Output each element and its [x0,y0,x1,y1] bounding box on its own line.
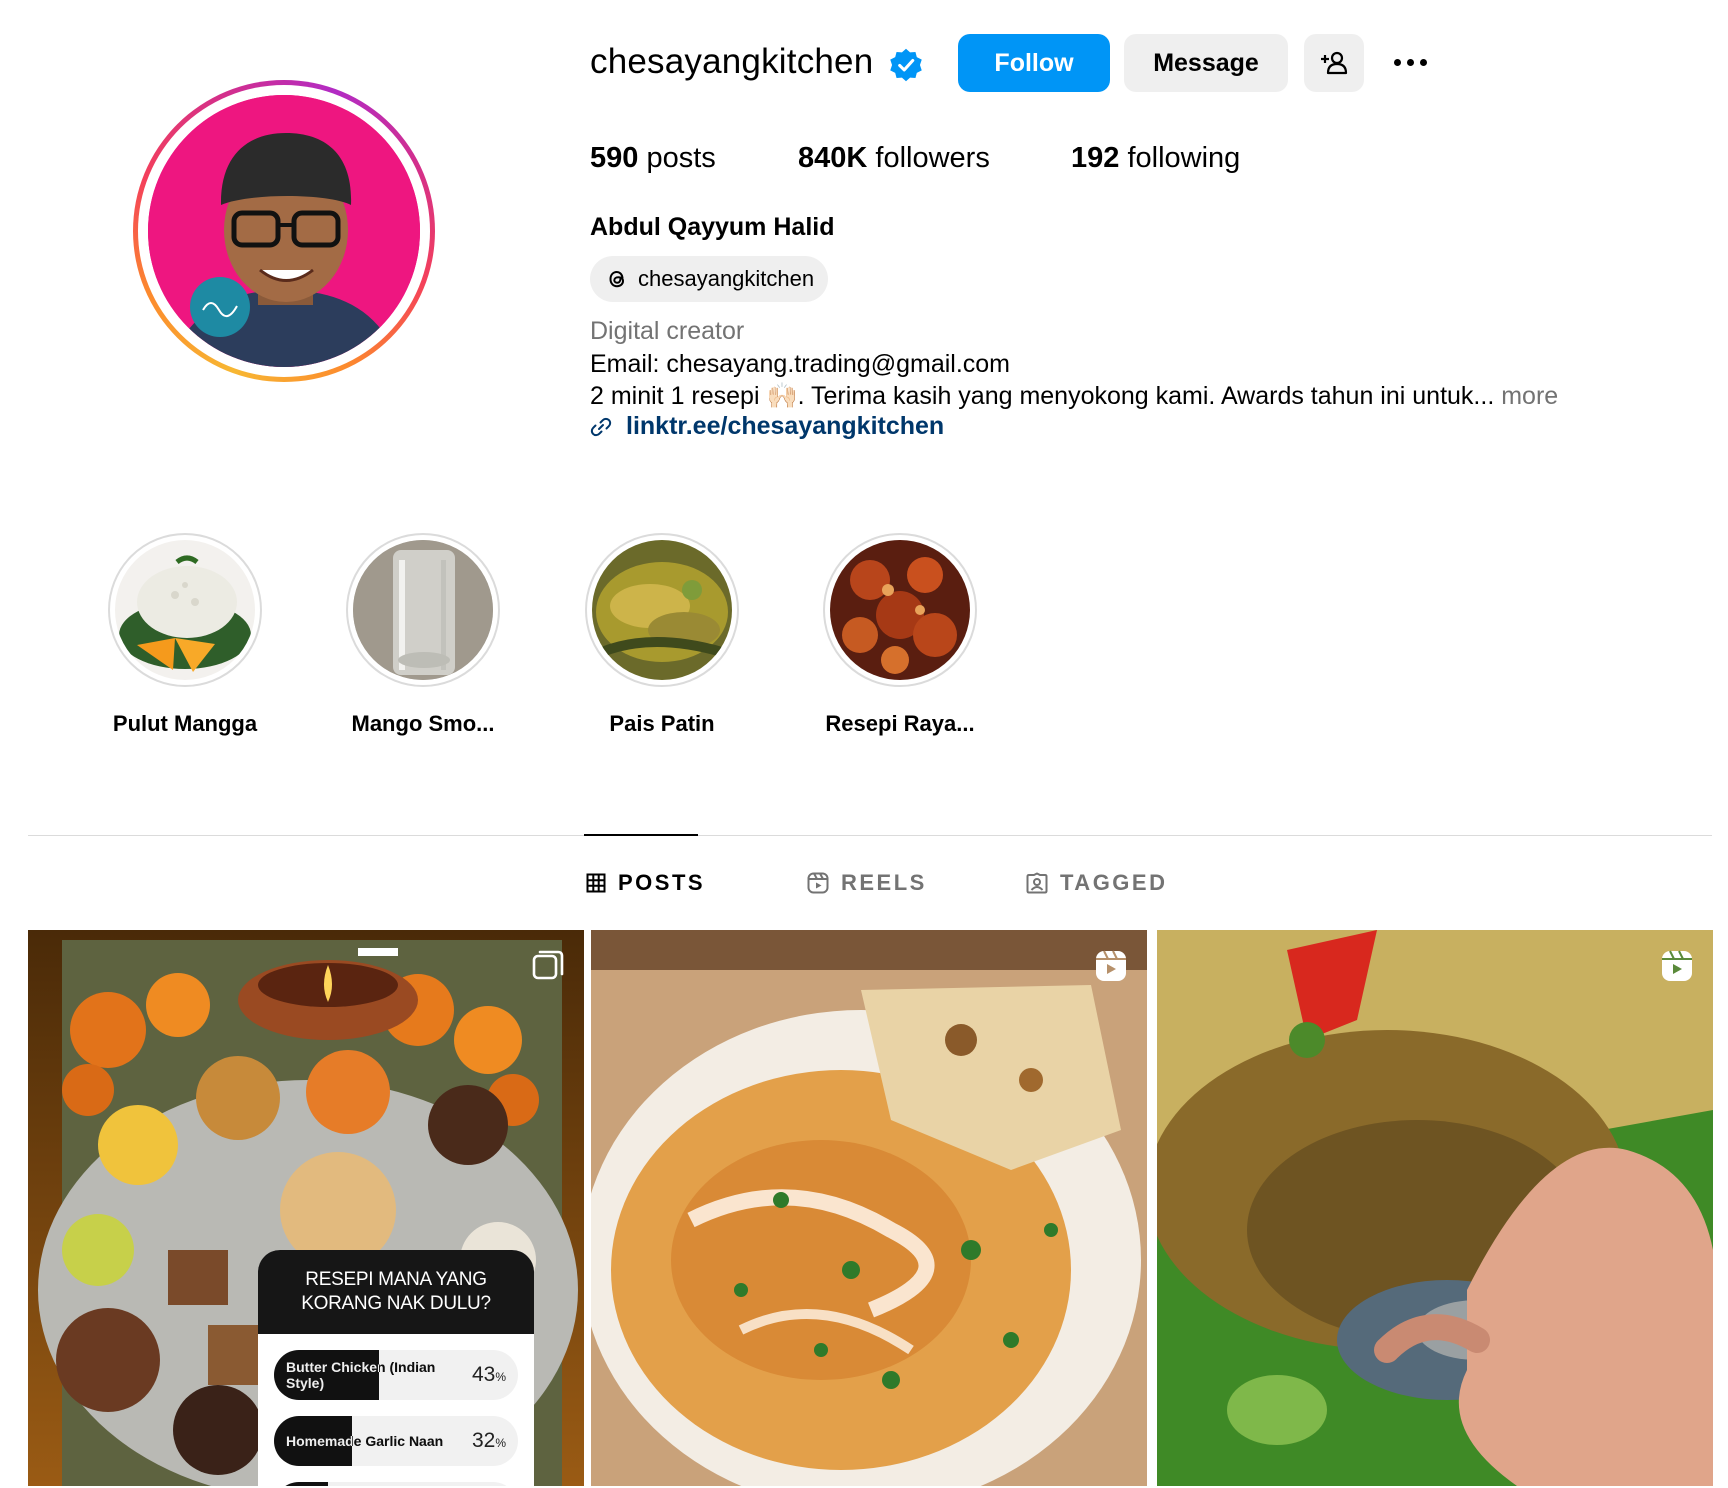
tab-posts-label: POSTS [618,870,706,895]
following-count: 192 [1071,142,1120,174]
post-tile[interactable] [1157,930,1713,1486]
highlight-mango-smoothie[interactable]: Mango Smo... [343,533,503,737]
follow-button[interactable]: Follow [958,34,1110,92]
post-thumbnail [591,930,1147,1486]
poll-option-fill [274,1482,328,1486]
profile-full-name: Abdul Qayyum Halid [590,213,835,241]
highlight-ring [108,533,262,687]
highlight-pulut-mangga[interactable]: Pulut Mangga [105,533,265,737]
tab-reels-label: REELS [841,870,927,895]
profile-external-link[interactable]: linktr.ee/chesayangkitchen [590,412,944,441]
add-person-icon [1321,51,1348,75]
threads-link-chip[interactable]: chesayangkitchen [590,256,829,302]
highlight-ring [823,533,977,687]
tabs-divider [28,835,1712,836]
poll-option-percent: 43% [471,1363,506,1386]
posts-label: posts [646,142,716,174]
verified-badge-icon [890,48,922,82]
grid-icon [586,873,606,893]
link-icon [590,417,612,436]
reels-icon [1662,950,1692,981]
tab-tagged[interactable]: TAGGED [1026,870,1167,896]
poll-option: Butter Chicken (Indian Style) 43% [274,1350,518,1400]
highlight-cover [115,540,255,680]
suggest-accounts-button[interactable] [1304,34,1364,92]
threads-icon [609,270,625,288]
highlight-ring [585,533,739,687]
active-tab-indicator [584,834,698,836]
poll-option: Homemade Garlic Naan 32% [274,1416,518,1466]
post-tile[interactable]: RESEPI MANA YANG KORANG NAK DULU? Butter… [28,930,584,1486]
threads-handle: chesayangkitchen [638,266,815,291]
bio-text: 2 minit 1 resepi 🙌🏻. Terima kasih yang m… [590,382,1495,410]
carousel-icon [532,950,564,980]
tagged-icon [1026,872,1048,894]
poll-sticker: RESEPI MANA YANG KORANG NAK DULU? Butter… [258,1250,534,1486]
tab-tagged-label: TAGGED [1060,870,1168,895]
posts-stat: 590 posts [590,142,716,175]
post-tile[interactable] [591,930,1147,1486]
posts-count: 590 [590,142,639,174]
following-stat[interactable]: 192 following [1071,142,1240,175]
poll-option-percent: 32% [471,1429,506,1452]
reels-icon [807,872,829,894]
profile-category: Digital creator [590,317,745,345]
highlight-ring [346,533,500,687]
tab-posts[interactable]: POSTS [586,870,705,896]
highlight-cover [353,540,493,680]
highlight-label: Pais Patin [609,711,715,736]
bio-more-link[interactable]: more [1501,382,1558,410]
profile-avatar-ring[interactable] [133,80,435,382]
more-dot-icon [1419,58,1427,66]
highlight-pais-patin[interactable]: Pais Patin [582,533,742,737]
poll-question: RESEPI MANA YANG KORANG NAK DULU? [258,1250,534,1334]
bio-email: Email: chesayang.trading@gmail.com [590,350,1011,378]
more-dot-icon [1393,58,1401,66]
poll-option-text: Butter Chicken (Indian Style) [286,1359,436,1391]
highlight-label: Mango Smo... [351,711,495,736]
profile-username: chesayangkitchen [590,42,874,81]
profile-avatar[interactable] [148,95,420,367]
highlight-cover [592,540,732,680]
highlight-cover [830,540,970,680]
avatar-photo [148,95,420,367]
reels-icon [1096,950,1126,981]
followers-count: 840K [798,142,868,174]
post-thumbnail [1157,930,1713,1486]
more-dot-icon [1406,58,1414,66]
followers-stat[interactable]: 840K followers [798,142,990,175]
tab-reels[interactable]: REELS [807,870,927,896]
profile-link-text: linktr.ee/chesayangkitchen [626,412,945,440]
more-options-button[interactable] [1388,46,1432,78]
highlight-label: Resepi Raya... [825,711,975,736]
highlight-label: Pulut Mangga [112,711,258,736]
followers-label: followers [875,142,990,174]
poll-option [274,1482,518,1486]
highlight-resepi-raya[interactable]: Resepi Raya... [820,533,980,737]
following-label: following [1127,142,1241,174]
message-button[interactable]: Message [1124,34,1288,92]
bio-text-line: 2 minit 1 resepi 🙌🏻. Terima kasih yang m… [590,382,1558,411]
poll-option-text: Homemade Garlic Naan [286,1433,444,1449]
